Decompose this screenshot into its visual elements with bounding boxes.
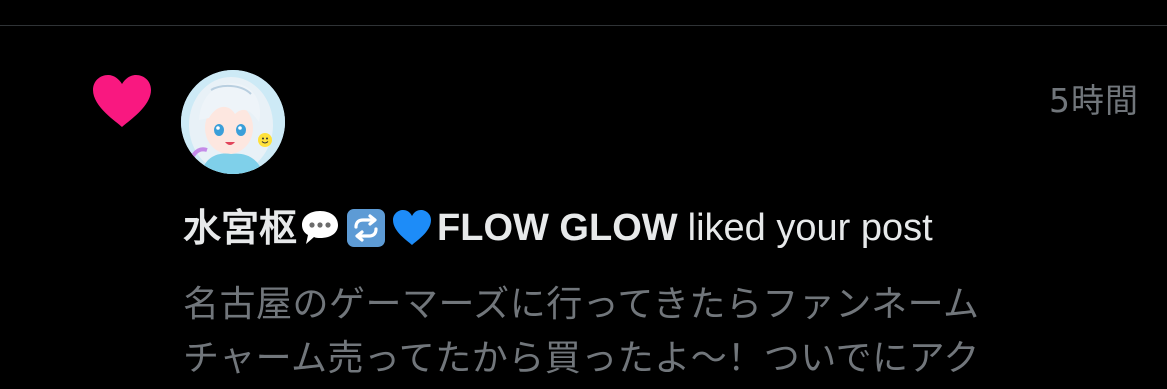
repeat-arrows-icon — [347, 209, 386, 247]
avatar-image — [181, 70, 285, 174]
display-name-suffix[interactable]: FLOW GLOW — [437, 200, 678, 256]
heart-icon — [93, 75, 151, 127]
username[interactable]: 水宮枢 — [183, 200, 297, 256]
notification-headline: 水宮枢 FLOW GLOW liked your post — [183, 200, 933, 256]
speech-balloon-icon — [302, 211, 339, 244]
timestamp: 5時間 — [1049, 81, 1139, 120]
blue-heart-icon — [393, 210, 432, 245]
post-preview-line: チャーム売ってたから買ったよ〜！ついでにアク — [183, 338, 980, 379]
notification-action: liked your post — [687, 207, 933, 249]
post-preview[interactable]: 名古屋のゲーマーズに行ってきたらファンネーム チャーム売ってたから買ったよ〜！つ… — [183, 278, 1133, 386]
avatar[interactable] — [181, 70, 285, 174]
post-preview-line: 名古屋のゲーマーズに行ってきたらファンネーム — [183, 284, 980, 325]
